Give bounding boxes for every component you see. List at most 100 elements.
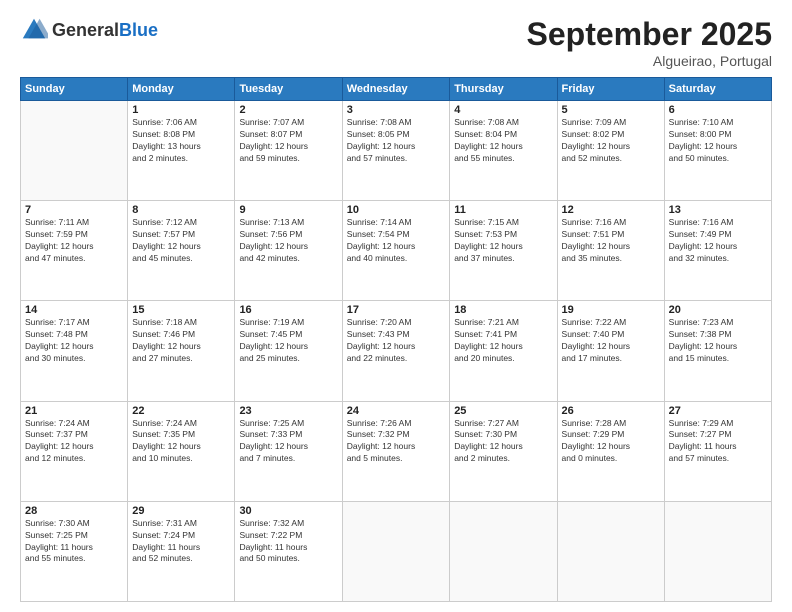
day-of-week-header: Sunday (21, 78, 128, 101)
day-info: Sunrise: 7:20 AM Sunset: 7:43 PM Dayligh… (347, 317, 445, 365)
logo-icon (20, 16, 48, 44)
day-info: Sunrise: 7:17 AM Sunset: 7:48 PM Dayligh… (25, 317, 123, 365)
day-number: 23 (239, 405, 337, 417)
day-number: 12 (562, 204, 660, 216)
header: GeneralBlue September 2025 Algueirao, Po… (20, 16, 772, 69)
day-info: Sunrise: 7:10 AM Sunset: 8:00 PM Dayligh… (669, 117, 767, 165)
day-number: 28 (25, 505, 123, 517)
day-info: Sunrise: 7:24 AM Sunset: 7:35 PM Dayligh… (132, 418, 230, 466)
day-info: Sunrise: 7:09 AM Sunset: 8:02 PM Dayligh… (562, 117, 660, 165)
calendar-cell: 14Sunrise: 7:17 AM Sunset: 7:48 PM Dayli… (21, 301, 128, 401)
calendar-week-row: 28Sunrise: 7:30 AM Sunset: 7:25 PM Dayli… (21, 501, 772, 601)
calendar-cell (664, 501, 771, 601)
day-number: 16 (239, 304, 337, 316)
day-of-week-header: Wednesday (342, 78, 449, 101)
calendar-week-row: 21Sunrise: 7:24 AM Sunset: 7:37 PM Dayli… (21, 401, 772, 501)
calendar-cell: 10Sunrise: 7:14 AM Sunset: 7:54 PM Dayli… (342, 201, 449, 301)
calendar-cell: 11Sunrise: 7:15 AM Sunset: 7:53 PM Dayli… (450, 201, 557, 301)
calendar-cell: 19Sunrise: 7:22 AM Sunset: 7:40 PM Dayli… (557, 301, 664, 401)
calendar-cell: 18Sunrise: 7:21 AM Sunset: 7:41 PM Dayli… (450, 301, 557, 401)
day-info: Sunrise: 7:15 AM Sunset: 7:53 PM Dayligh… (454, 217, 552, 265)
day-number: 2 (239, 104, 337, 116)
calendar-cell: 5Sunrise: 7:09 AM Sunset: 8:02 PM Daylig… (557, 101, 664, 201)
calendar-cell: 1Sunrise: 7:06 AM Sunset: 8:08 PM Daylig… (128, 101, 235, 201)
day-info: Sunrise: 7:11 AM Sunset: 7:59 PM Dayligh… (25, 217, 123, 265)
day-info: Sunrise: 7:23 AM Sunset: 7:38 PM Dayligh… (669, 317, 767, 365)
calendar-cell: 13Sunrise: 7:16 AM Sunset: 7:49 PM Dayli… (664, 201, 771, 301)
day-info: Sunrise: 7:21 AM Sunset: 7:41 PM Dayligh… (454, 317, 552, 365)
days-of-week-row: SundayMondayTuesdayWednesdayThursdayFrid… (21, 78, 772, 101)
calendar-table: SundayMondayTuesdayWednesdayThursdayFrid… (20, 77, 772, 602)
day-info: Sunrise: 7:28 AM Sunset: 7:29 PM Dayligh… (562, 418, 660, 466)
day-number: 4 (454, 104, 552, 116)
calendar-cell (342, 501, 449, 601)
day-info: Sunrise: 7:25 AM Sunset: 7:33 PM Dayligh… (239, 418, 337, 466)
day-of-week-header: Tuesday (235, 78, 342, 101)
day-of-week-header: Saturday (664, 78, 771, 101)
calendar-cell: 16Sunrise: 7:19 AM Sunset: 7:45 PM Dayli… (235, 301, 342, 401)
day-info: Sunrise: 7:13 AM Sunset: 7:56 PM Dayligh… (239, 217, 337, 265)
day-number: 14 (25, 304, 123, 316)
day-number: 9 (239, 204, 337, 216)
calendar-week-row: 14Sunrise: 7:17 AM Sunset: 7:48 PM Dayli… (21, 301, 772, 401)
calendar-location: Algueirao, Portugal (527, 53, 772, 69)
day-of-week-header: Monday (128, 78, 235, 101)
day-number: 6 (669, 104, 767, 116)
day-of-week-header: Friday (557, 78, 664, 101)
logo-general: General (52, 20, 119, 40)
calendar-cell: 3Sunrise: 7:08 AM Sunset: 8:05 PM Daylig… (342, 101, 449, 201)
calendar-cell: 29Sunrise: 7:31 AM Sunset: 7:24 PM Dayli… (128, 501, 235, 601)
day-info: Sunrise: 7:31 AM Sunset: 7:24 PM Dayligh… (132, 518, 230, 566)
day-number: 3 (347, 104, 445, 116)
calendar-title: September 2025 (527, 16, 772, 53)
calendar-week-row: 1Sunrise: 7:06 AM Sunset: 8:08 PM Daylig… (21, 101, 772, 201)
day-number: 29 (132, 505, 230, 517)
logo-blue: Blue (119, 20, 158, 40)
calendar-week-row: 7Sunrise: 7:11 AM Sunset: 7:59 PM Daylig… (21, 201, 772, 301)
day-number: 24 (347, 405, 445, 417)
day-number: 26 (562, 405, 660, 417)
day-info: Sunrise: 7:22 AM Sunset: 7:40 PM Dayligh… (562, 317, 660, 365)
day-number: 13 (669, 204, 767, 216)
day-info: Sunrise: 7:16 AM Sunset: 7:51 PM Dayligh… (562, 217, 660, 265)
day-info: Sunrise: 7:08 AM Sunset: 8:04 PM Dayligh… (454, 117, 552, 165)
day-info: Sunrise: 7:24 AM Sunset: 7:37 PM Dayligh… (25, 418, 123, 466)
calendar-cell: 15Sunrise: 7:18 AM Sunset: 7:46 PM Dayli… (128, 301, 235, 401)
calendar-cell: 25Sunrise: 7:27 AM Sunset: 7:30 PM Dayli… (450, 401, 557, 501)
calendar-cell: 21Sunrise: 7:24 AM Sunset: 7:37 PM Dayli… (21, 401, 128, 501)
calendar-cell (21, 101, 128, 201)
day-info: Sunrise: 7:26 AM Sunset: 7:32 PM Dayligh… (347, 418, 445, 466)
day-info: Sunrise: 7:12 AM Sunset: 7:57 PM Dayligh… (132, 217, 230, 265)
day-number: 25 (454, 405, 552, 417)
calendar-cell: 6Sunrise: 7:10 AM Sunset: 8:00 PM Daylig… (664, 101, 771, 201)
calendar-cell (450, 501, 557, 601)
day-info: Sunrise: 7:29 AM Sunset: 7:27 PM Dayligh… (669, 418, 767, 466)
calendar-cell: 17Sunrise: 7:20 AM Sunset: 7:43 PM Dayli… (342, 301, 449, 401)
day-number: 15 (132, 304, 230, 316)
calendar-cell: 12Sunrise: 7:16 AM Sunset: 7:51 PM Dayli… (557, 201, 664, 301)
day-info: Sunrise: 7:06 AM Sunset: 8:08 PM Dayligh… (132, 117, 230, 165)
calendar-cell: 2Sunrise: 7:07 AM Sunset: 8:07 PM Daylig… (235, 101, 342, 201)
day-info: Sunrise: 7:32 AM Sunset: 7:22 PM Dayligh… (239, 518, 337, 566)
day-number: 22 (132, 405, 230, 417)
day-info: Sunrise: 7:14 AM Sunset: 7:54 PM Dayligh… (347, 217, 445, 265)
day-info: Sunrise: 7:07 AM Sunset: 8:07 PM Dayligh… (239, 117, 337, 165)
title-block: September 2025 Algueirao, Portugal (527, 16, 772, 69)
day-number: 5 (562, 104, 660, 116)
day-number: 19 (562, 304, 660, 316)
day-info: Sunrise: 7:30 AM Sunset: 7:25 PM Dayligh… (25, 518, 123, 566)
day-number: 27 (669, 405, 767, 417)
calendar-cell: 9Sunrise: 7:13 AM Sunset: 7:56 PM Daylig… (235, 201, 342, 301)
calendar-cell: 8Sunrise: 7:12 AM Sunset: 7:57 PM Daylig… (128, 201, 235, 301)
calendar-cell: 28Sunrise: 7:30 AM Sunset: 7:25 PM Dayli… (21, 501, 128, 601)
page: GeneralBlue September 2025 Algueirao, Po… (0, 0, 792, 612)
day-number: 11 (454, 204, 552, 216)
calendar-cell: 4Sunrise: 7:08 AM Sunset: 8:04 PM Daylig… (450, 101, 557, 201)
day-number: 21 (25, 405, 123, 417)
day-info: Sunrise: 7:19 AM Sunset: 7:45 PM Dayligh… (239, 317, 337, 365)
logo: GeneralBlue (20, 16, 158, 44)
day-number: 20 (669, 304, 767, 316)
calendar-cell: 23Sunrise: 7:25 AM Sunset: 7:33 PM Dayli… (235, 401, 342, 501)
day-info: Sunrise: 7:08 AM Sunset: 8:05 PM Dayligh… (347, 117, 445, 165)
calendar-cell (557, 501, 664, 601)
